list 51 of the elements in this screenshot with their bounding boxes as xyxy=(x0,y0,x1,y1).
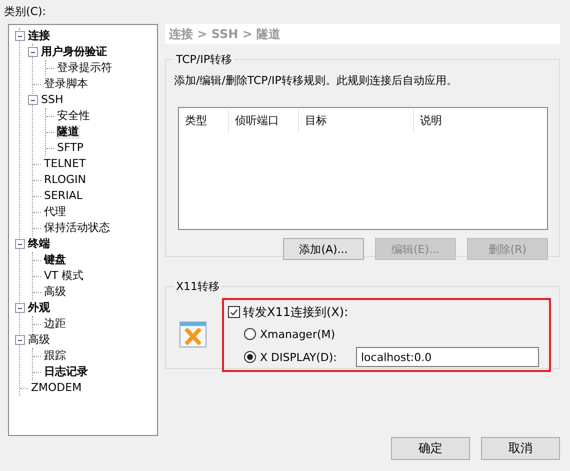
description-text: 添加/编辑/删除TCP/IP转移规则。此规则连接后自动应用。 xyxy=(174,73,458,88)
tree-item[interactable]: 保持活动状态 xyxy=(43,221,111,235)
column-header[interactable]: 类型 xyxy=(179,110,229,132)
collapse-toggle-icon[interactable] xyxy=(28,47,38,57)
category-label: 类别(C): xyxy=(4,4,46,20)
tree-item[interactable]: 隧道 xyxy=(56,125,80,139)
collapse-toggle-icon[interactable] xyxy=(28,95,38,105)
checkbox-label: 转发X11连接到(X): xyxy=(243,304,348,320)
collapse-toggle-icon[interactable] xyxy=(15,31,25,41)
tree-item[interactable]: 键盘 xyxy=(43,253,67,267)
tree-item[interactable]: 日志记录 xyxy=(43,365,89,379)
tree-item[interactable]: 登录提示符 xyxy=(56,61,113,75)
group-title: X11转移 xyxy=(175,279,221,294)
radio-label: Xmanager(M) xyxy=(260,328,336,340)
tree-item[interactable]: 高级 xyxy=(43,285,67,299)
column-header[interactable]: 说明 xyxy=(414,110,547,132)
collapse-toggle-icon[interactable] xyxy=(15,335,25,345)
tree-item[interactable]: 终端 xyxy=(27,237,51,251)
radio-button[interactable] xyxy=(244,351,256,363)
tree-item[interactable]: SFTP xyxy=(56,141,84,155)
dialog-button[interactable]: 取消 xyxy=(481,437,560,460)
tree-item[interactable]: RLOGIN xyxy=(43,173,88,187)
display-input-field[interactable]: localhost:0.0 xyxy=(356,347,539,367)
tree-item[interactable]: 外观 xyxy=(27,301,51,315)
x-window-icon xyxy=(178,320,208,350)
collapse-toggle-icon[interactable] xyxy=(15,303,25,313)
radio-label: X DISPLAY(D): xyxy=(260,350,338,364)
tree-item[interactable]: SSH xyxy=(40,93,64,107)
tree-item[interactable]: 跟踪 xyxy=(43,349,67,363)
group-title: TCP/IP转移 xyxy=(175,52,233,67)
tree-item[interactable]: 安全性 xyxy=(56,109,91,123)
tree-item[interactable]: 边距 xyxy=(43,317,67,331)
category-tree[interactable]: 连接 用户身份验证 登录提示符 登录脚本 SSH 安全性 隧道 SFTP TELNET RLOGIN SERIAL 代理 保持活动状态 终端 键盘 VT 模式 高级 外观 边距 高级 跟踪 日志记录 ZMODEM xyxy=(8,24,158,436)
tree-item[interactable]: 登录脚本 xyxy=(43,77,89,91)
breadcrumb: 连接 > SSH > 隧道 xyxy=(165,24,560,44)
tree-item[interactable]: 高级 xyxy=(27,333,51,347)
tree-item[interactable]: TELNET xyxy=(43,157,87,171)
tree-item[interactable]: SERIAL xyxy=(43,189,84,203)
column-header[interactable]: 目标 xyxy=(299,110,414,132)
tree-item[interactable]: 代理 xyxy=(43,205,67,219)
tree-item[interactable]: ZMODEM xyxy=(30,381,83,395)
tree-item[interactable]: 连接 xyxy=(27,29,51,43)
rules-table[interactable]: 类型 侦听端口 目标 说明 xyxy=(178,107,548,230)
column-header[interactable]: 侦听端口 xyxy=(229,110,299,132)
radio-button[interactable] xyxy=(244,328,256,340)
checkbox[interactable] xyxy=(228,306,240,318)
dialog-button[interactable]: 确定 xyxy=(391,437,470,460)
tree-item[interactable]: 用户身份验证 xyxy=(40,45,108,59)
collapse-toggle-icon[interactable] xyxy=(15,239,25,249)
tree-item[interactable]: VT 模式 xyxy=(43,269,85,283)
action-button[interactable]: 添加(A)... xyxy=(283,238,364,260)
